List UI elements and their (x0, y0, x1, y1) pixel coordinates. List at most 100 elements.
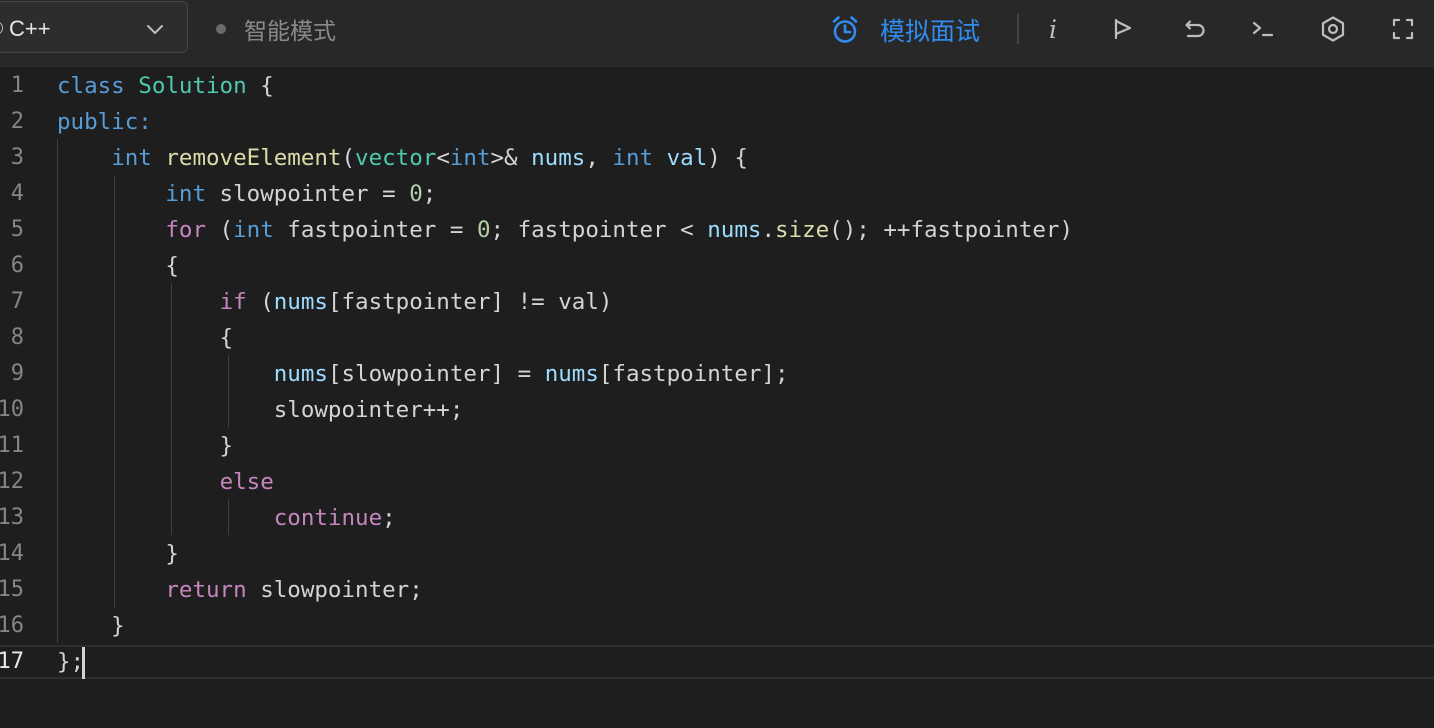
code-token: } (57, 613, 125, 639)
code-line[interactable]: public: (57, 104, 152, 140)
settings-icon (1321, 16, 1345, 42)
code-token: (); ++fastpointer) (829, 217, 1074, 243)
code-token: 0 (409, 181, 423, 207)
code-token: int (165, 181, 207, 207)
code-token: >& (490, 145, 532, 171)
code-token: int (612, 145, 654, 171)
mock-interview-label: 模拟面试 (880, 17, 981, 46)
console-button[interactable] (1246, 12, 1280, 46)
line-number: 16 (0, 613, 24, 638)
code-token: ( (341, 145, 356, 171)
language-select[interactable]: C++ (0, 1, 188, 53)
code-token: }; (57, 649, 85, 675)
code-line[interactable]: { (57, 320, 234, 356)
line-number: 1 (10, 73, 24, 98)
code-token: ; fastpointer < (490, 217, 708, 243)
line-number: 11 (0, 433, 24, 458)
code-token: if (219, 289, 247, 315)
code-token: slowpointer; (246, 577, 423, 603)
line-number: 4 (10, 181, 24, 206)
code-token: ; (422, 181, 437, 207)
code-token: [fastpointer] != val) (327, 289, 613, 315)
code-token: { (57, 253, 179, 279)
line-number: 10 (0, 397, 24, 422)
code-token: return (165, 577, 247, 603)
code-token: else (219, 469, 274, 495)
code-token: nums (544, 361, 599, 387)
fullscreen-icon (1392, 18, 1414, 40)
smart-mode-toggle[interactable]: 智能模式 (216, 13, 336, 45)
code-token: ) { (707, 145, 748, 171)
info-icon: i (1049, 14, 1057, 44)
code-token: nums (273, 289, 328, 315)
code-token: { (57, 325, 234, 351)
line-number: 6 (10, 253, 24, 278)
code-line[interactable]: nums[slowpointer] = nums[fastpointer]; (57, 356, 789, 392)
code-token: } (57, 541, 179, 567)
code-line[interactable]: } (57, 428, 234, 464)
line-number: 2 (10, 109, 24, 134)
code-line[interactable]: if (nums[fastpointer] != val) (57, 284, 613, 320)
code-line[interactable]: return slowpointer; (57, 572, 423, 608)
code-line[interactable]: }; (57, 644, 84, 680)
fullscreen-button[interactable] (1386, 12, 1420, 46)
code-token: vector (355, 145, 437, 171)
info-button[interactable]: i (1036, 12, 1070, 46)
code-line[interactable]: class Solution { (57, 68, 274, 104)
code-token: int (111, 145, 152, 171)
code-token: , (585, 145, 613, 171)
code-token: 0 (476, 217, 491, 243)
mock-interview-button[interactable]: 模拟面试 (830, 10, 980, 50)
code-line[interactable]: } (57, 608, 125, 644)
current-line-highlight (0, 645, 1434, 679)
code-line[interactable]: slowpointer++; (57, 392, 464, 428)
code-line[interactable]: int slowpointer = 0; (57, 176, 436, 212)
code-editor[interactable]: 1 2 3 4 5 6 7 8 9 10 11 12 13 14 15 16 17 class Solution… (0, 67, 1434, 728)
toolbar-divider (1017, 14, 1019, 44)
smart-mode-label: 智能模式 (244, 19, 336, 45)
line-number: 12 (0, 469, 24, 494)
code-line[interactable]: int removeElement(vector<int>& nums, int… (57, 140, 748, 176)
code-token: nums (531, 145, 586, 171)
code-token: size (774, 217, 830, 243)
code-token: fastpointer = (273, 217, 477, 243)
code-token: class (57, 73, 125, 99)
line-number: 8 (10, 325, 24, 350)
line-number: 17 (0, 649, 24, 674)
line-number: 13 (0, 505, 24, 530)
code-line[interactable]: { (57, 248, 179, 284)
code-token: < (436, 145, 450, 171)
code-token: slowpointer = (206, 181, 410, 207)
code-line[interactable]: continue; (57, 500, 396, 536)
language-indicator (0, 21, 3, 35)
code-token: nums (707, 217, 762, 243)
run-button[interactable] (1106, 12, 1140, 46)
code-line[interactable]: for (int fastpointer = 0; fastpointer < … (57, 212, 1073, 248)
code-token: [fastpointer]; (598, 361, 789, 387)
code-token: int (449, 145, 491, 171)
code-token: removeElement (165, 145, 342, 171)
flag-icon (1114, 18, 1132, 40)
code-line[interactable]: else (57, 464, 274, 500)
editor-toolbar: C++ 智能模式 模拟面试 i (0, 0, 1434, 67)
text-cursor (82, 647, 85, 679)
code-token: slowpointer++; (57, 397, 464, 423)
code-line[interactable]: } (57, 536, 179, 572)
code-token: for (165, 217, 207, 243)
settings-button[interactable] (1316, 12, 1350, 46)
code-token: nums (273, 361, 328, 387)
reset-code-button[interactable] (1176, 12, 1210, 46)
terminal-icon (1252, 21, 1274, 37)
alarm-clock-icon (832, 16, 858, 43)
code-token: [slowpointer] = (327, 361, 545, 387)
reset-icon (1185, 20, 1205, 38)
line-number: 14 (0, 541, 24, 566)
